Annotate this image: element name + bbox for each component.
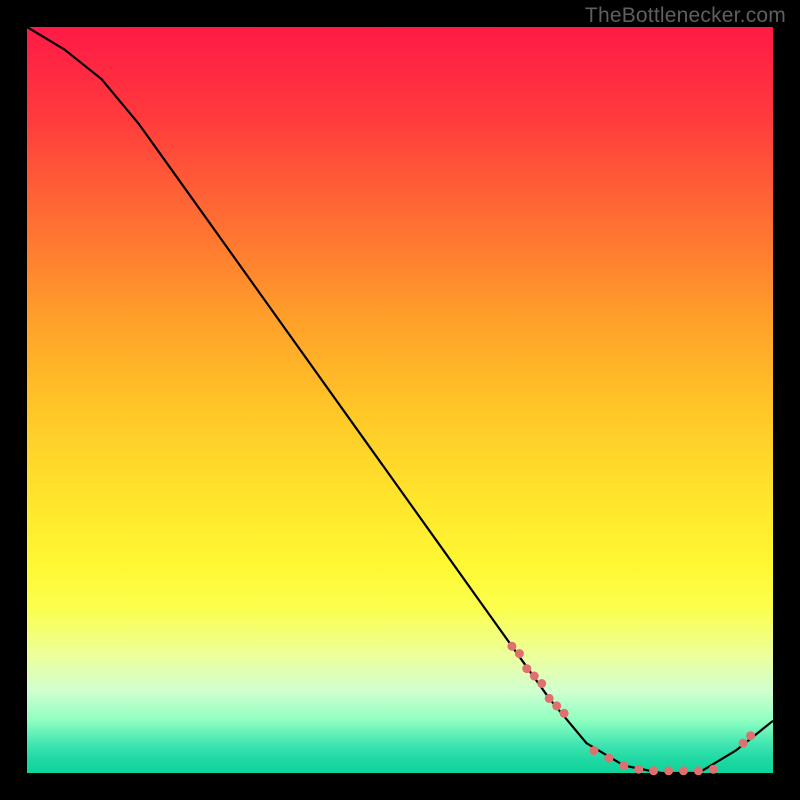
sample-dot bbox=[739, 739, 748, 748]
sample-dot bbox=[537, 679, 546, 688]
sample-dot bbox=[709, 765, 718, 774]
bottleneck-curve bbox=[27, 27, 773, 773]
sample-dot bbox=[552, 701, 561, 710]
sample-dot bbox=[746, 731, 755, 740]
sample-dot bbox=[604, 754, 613, 763]
sample-dot bbox=[507, 642, 516, 651]
sample-dot bbox=[530, 672, 539, 681]
sample-dot bbox=[619, 761, 628, 770]
chart-svg bbox=[27, 27, 773, 773]
sample-dot bbox=[560, 709, 569, 718]
credit-label: TheBottlenecker.com bbox=[585, 4, 786, 28]
sample-dot bbox=[664, 766, 673, 775]
sample-dot bbox=[590, 746, 599, 755]
sample-dot bbox=[515, 649, 524, 658]
sample-dot bbox=[545, 694, 554, 703]
sample-dot bbox=[694, 766, 703, 775]
sample-dot bbox=[649, 766, 658, 775]
plot-area bbox=[27, 27, 773, 773]
chart-frame: TheBottlenecker.com bbox=[0, 0, 800, 800]
sample-dot bbox=[634, 765, 643, 774]
sample-dots-group bbox=[507, 642, 755, 776]
sample-dot bbox=[522, 664, 531, 673]
sample-dot bbox=[679, 766, 688, 775]
